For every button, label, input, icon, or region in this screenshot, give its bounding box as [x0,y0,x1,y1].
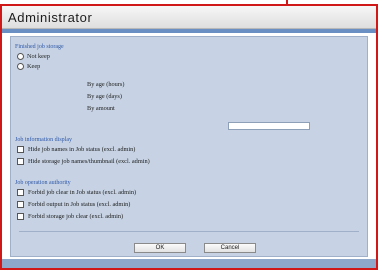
radio-label-keep: Keep [27,63,41,70]
checkbox-label-forbid-output: Forbid output in Job status (excl. admin… [28,201,131,208]
button-area-divider [19,231,359,232]
checkbox-icon[interactable] [17,158,24,165]
radio-button-icon[interactable] [17,63,24,70]
checkbox-icon[interactable] [17,146,24,153]
radio-label-not-keep: Not keep [27,53,50,60]
radio-keep[interactable]: Keep [17,63,40,70]
checkbox-hide-job-names[interactable]: Hide job names in Job status (excl. admi… [17,146,135,153]
window-title: Administrator [8,9,93,25]
settings-panel: Finished job storage Not keep Keep By ag… [10,36,368,257]
ok-button[interactable]: OK [134,243,186,253]
cancel-button[interactable]: Cancel [204,243,256,253]
radio-button-icon[interactable] [17,53,24,60]
checkbox-icon[interactable] [17,189,24,196]
keep-by-age-hours-label: By age (hours) [87,81,125,88]
checkbox-hide-storage-job-names[interactable]: Hide storage job names/thumbnail (excl. … [17,158,150,165]
checkbox-label-forbid-storage-job-clear: Forbid storage job clear (excl. admin) [28,213,124,220]
checkbox-forbid-job-clear[interactable]: Forbid job clear in Job status (excl. ad… [17,189,136,196]
keep-by-amount-label: By amount [87,105,115,112]
checkbox-forbid-output[interactable]: Forbid output in Job status (excl. admin… [17,201,130,208]
radio-not-keep[interactable]: Not keep [17,53,50,60]
window-titlebar: Administrator [2,6,376,29]
administrator-window: Administrator Finished job storage Not k… [0,4,378,270]
checkbox-icon[interactable] [17,201,24,208]
amount-input[interactable] [228,122,310,130]
section-heading-job-information-display: Job information display [15,137,72,143]
checkbox-icon[interactable] [17,213,24,220]
keep-by-age-days-label: By age (days) [87,93,122,100]
section-heading-job-operation-authority: Job operation authority [15,180,71,186]
checkbox-label-hide-job-names: Hide job names in Job status (excl. admi… [28,146,136,153]
section-heading-finished-job-storage: Finished job storage [15,44,64,50]
checkbox-label-hide-storage-job-names: Hide storage job names/thumbnail (excl. … [28,158,150,165]
checkbox-forbid-storage-job-clear[interactable]: Forbid storage job clear (excl. admin) [17,213,123,220]
checkbox-label-forbid-job-clear: Forbid job clear in Job status (excl. ad… [28,189,137,196]
header-accent-strip [2,29,376,33]
bottom-status-strip [2,259,376,268]
